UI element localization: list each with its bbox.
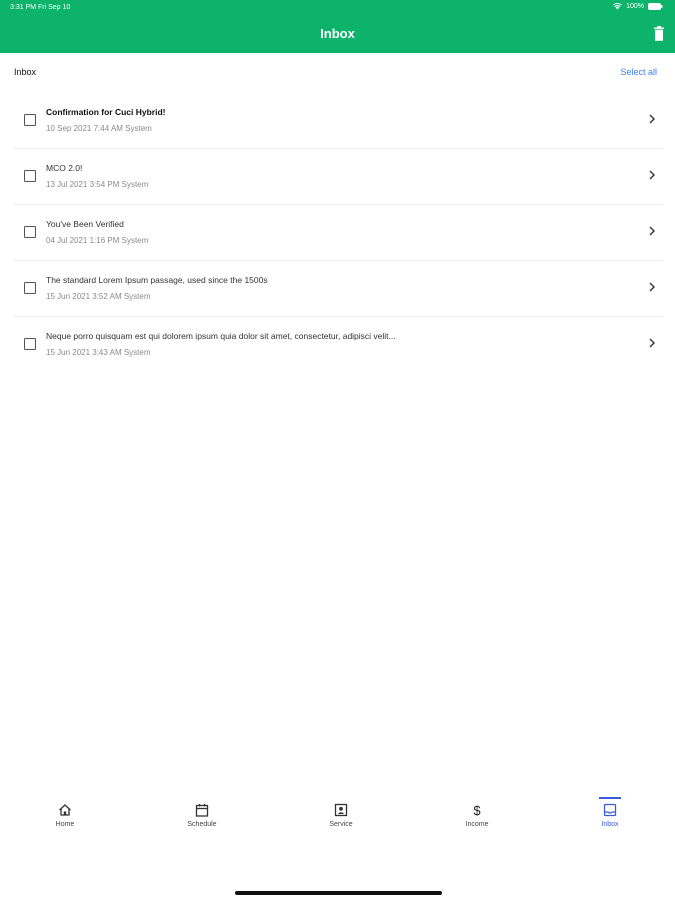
page-title: Inbox (320, 26, 355, 41)
message-checkbox[interactable] (24, 170, 36, 182)
active-tab-indicator (599, 797, 621, 799)
tab-income[interactable]: $ Income (437, 790, 517, 828)
message-list: Confirmation for Cuci Hybrid! 10 Sep 202… (14, 93, 663, 372)
list-item[interactable]: Confirmation for Cuci Hybrid! 10 Sep 202… (14, 93, 663, 149)
svg-text:$: $ (473, 803, 481, 817)
message-checkbox[interactable] (24, 282, 36, 294)
tab-label: Inbox (601, 821, 619, 828)
home-icon (59, 804, 71, 816)
select-all-button[interactable]: Select all (620, 67, 657, 77)
status-time: 3:31 PM Fri Sep 10 (10, 4, 71, 11)
home-indicator[interactable] (235, 891, 442, 895)
status-bar: 3:31 PM Fri Sep 10 100% (0, 0, 675, 16)
message-meta: 10 Sep 2021 7:44 AM System (46, 124, 152, 133)
battery-icon (648, 3, 663, 10)
section-header: Inbox Select all (14, 65, 657, 79)
chevron-right-icon (649, 226, 655, 236)
tab-label: Schedule (187, 821, 217, 828)
dollar-icon: $ (473, 803, 481, 817)
message-checkbox[interactable] (24, 226, 36, 238)
message-meta: 13 Jul 2021 3:54 PM System (46, 180, 149, 189)
message-subject: The standard Lorem Ipsum passage, used s… (46, 275, 268, 285)
list-item[interactable]: Neque porro quisquam est qui dolorem ips… (14, 317, 663, 372)
delete-button[interactable] (653, 26, 665, 42)
section-title: Inbox (14, 67, 37, 77)
calendar-icon (195, 804, 209, 817)
service-icon (334, 803, 348, 817)
wifi-icon (613, 3, 623, 10)
battery-percent: 100% (626, 3, 644, 10)
tab-service[interactable]: Service (301, 790, 381, 828)
list-item[interactable]: You've Been Verified 04 Jul 2021 1:16 PM… (14, 205, 663, 261)
message-subject: MCO 2.0! (46, 163, 83, 173)
message-subject: Confirmation for Cuci Hybrid! (46, 107, 166, 117)
message-meta: 15 Jun 2021 3:52 AM System (46, 292, 151, 301)
tab-inbox[interactable]: Inbox (570, 790, 650, 828)
tab-bar: Home Schedule Service $ Income Inbox (0, 790, 675, 840)
message-meta: 04 Jul 2021 1:16 PM System (46, 236, 149, 245)
message-checkbox[interactable] (24, 338, 36, 350)
list-item[interactable]: MCO 2.0! 13 Jul 2021 3:54 PM System (14, 149, 663, 205)
chevron-right-icon (649, 114, 655, 124)
message-subject: Neque porro quisquam est qui dolorem ips… (46, 331, 396, 341)
tab-label: Income (465, 821, 489, 828)
tab-schedule[interactable]: Schedule (162, 790, 242, 828)
tab-label: Service (329, 821, 353, 828)
inbox-icon (603, 803, 617, 817)
chevron-right-icon (649, 282, 655, 292)
chevron-right-icon (649, 170, 655, 180)
message-meta: 15 Jun 2021 3:43 AM System (46, 348, 151, 357)
list-item[interactable]: The standard Lorem Ipsum passage, used s… (14, 261, 663, 317)
tab-home[interactable]: Home (25, 790, 105, 828)
app-header: 3:31 PM Fri Sep 10 100% Inbox (0, 0, 675, 53)
chevron-right-icon (649, 338, 655, 348)
tab-label: Home (55, 821, 75, 828)
status-right: 100% (613, 3, 663, 10)
trash-icon (654, 26, 664, 41)
message-checkbox[interactable] (24, 114, 36, 126)
message-subject: You've Been Verified (46, 219, 124, 229)
